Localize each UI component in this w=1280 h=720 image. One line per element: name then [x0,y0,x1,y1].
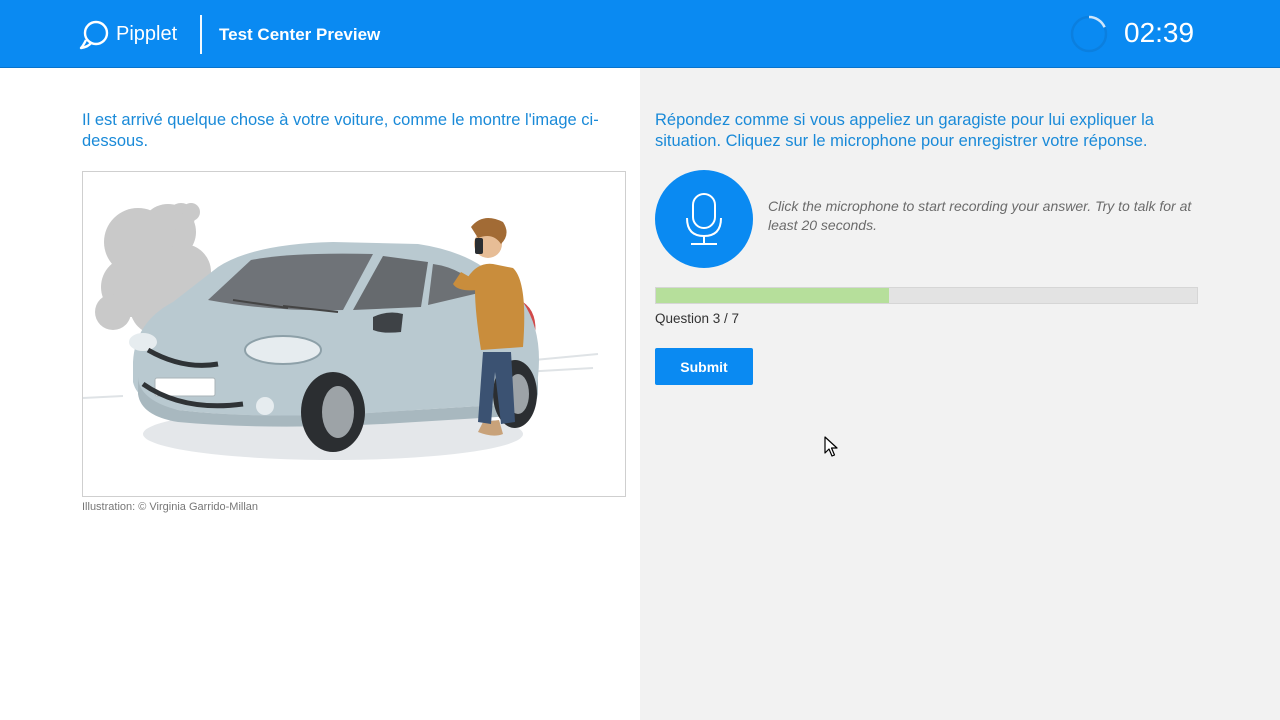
instruction-prompt: Répondez comme si vous appeliez un garag… [655,111,1154,150]
recording-hint: Click the microphone to start recording … [768,198,1192,233]
question-counter: Question 3 / 7 [655,311,740,326]
record-microphone-button[interactable] [655,170,753,268]
right-pane [640,68,1280,720]
microphone-icon [686,193,722,245]
question-progress-bar [655,287,1198,304]
header-divider [200,15,202,54]
submit-button[interactable]: Submit [655,348,753,385]
pipplet-logo-icon [79,20,109,50]
progress-fill [656,288,889,303]
page-title: Test Center Preview [219,25,381,44]
countdown-timer: 02:39 [1124,17,1195,48]
timer-ring-icon [1070,15,1108,53]
illustration-credit: Illustration: © Virginia Garrido-Millan [82,501,259,513]
car-breakdown-illustration [82,171,626,497]
top-header: Pipplet Test Center Preview 02:39 [0,0,1280,68]
mouse-cursor-icon [824,436,838,457]
brand-name: Pipplet [116,23,178,45]
situation-prompt: Il est arrivé quelque chose à votre voit… [82,111,599,150]
